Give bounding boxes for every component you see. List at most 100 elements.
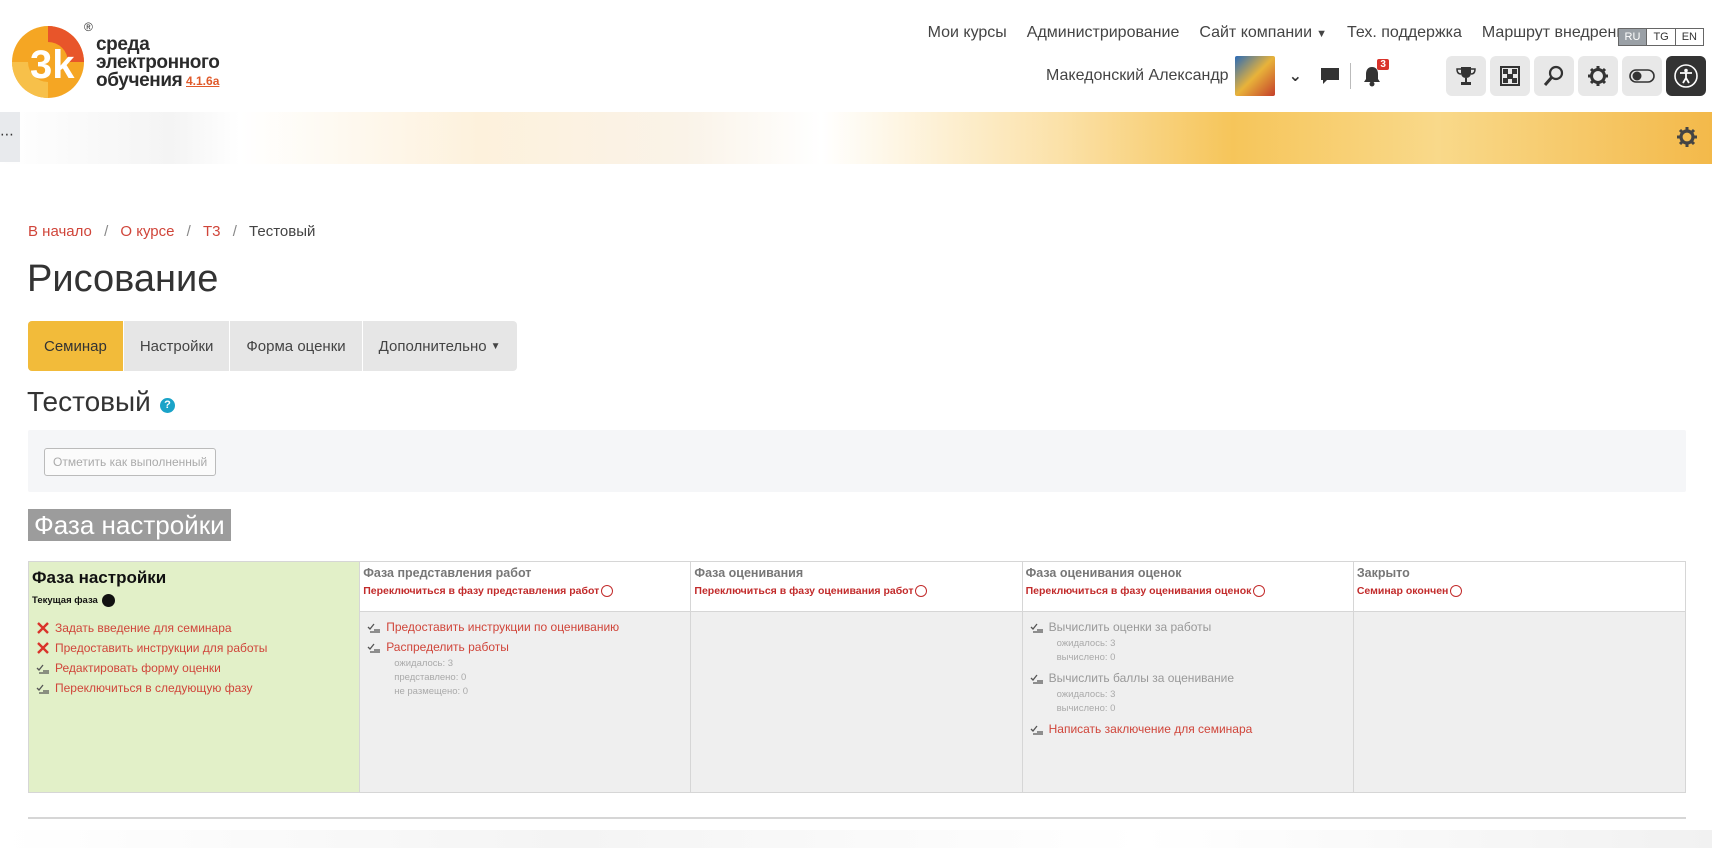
task-item[interactable]: Переключиться в следующую фазу bbox=[35, 681, 353, 695]
language-switcher: RU TG EN bbox=[1617, 28, 1704, 46]
detail-calculated: вычислено: 0 bbox=[1056, 703, 1116, 714]
secondary-navigation: Семинар Настройки Форма оценки Дополните… bbox=[28, 321, 517, 371]
current-phase-heading: Фаза настройки bbox=[28, 509, 231, 541]
breadcrumb-current: Тестовый bbox=[249, 223, 316, 240]
breadcrumb: В начало / О курсе / Т3 / Тестовый bbox=[28, 223, 315, 240]
site-logo[interactable]: 3k ® среда электронного обучения 4.1.6a bbox=[10, 18, 220, 108]
task-item[interactable]: Написать заключение для семинара bbox=[1029, 722, 1347, 736]
chessboard-icon bbox=[1500, 66, 1520, 86]
registered-mark: ® bbox=[84, 20, 93, 34]
detail-expected: ожидалось: 3 bbox=[1056, 638, 1116, 649]
tab-seminar[interactable]: Семинар bbox=[28, 321, 124, 371]
accessibility-button[interactable] bbox=[1666, 56, 1706, 96]
mark-done-button[interactable]: Отметить как выполненный bbox=[44, 448, 217, 476]
nav-company-site[interactable]: Сайт компании ▼ bbox=[1199, 24, 1327, 42]
board-button[interactable] bbox=[1490, 56, 1530, 96]
header: 3k ® среда электронного обучения 4.1.6a … bbox=[0, 0, 1712, 112]
tab-more[interactable]: Дополнительно ▼ bbox=[363, 321, 517, 371]
footer-background bbox=[0, 830, 1712, 848]
task-pending-icon bbox=[1030, 623, 1043, 633]
version-link[interactable]: 4.1.6a bbox=[186, 74, 219, 88]
gear-icon bbox=[1588, 66, 1608, 86]
detail-expected: ожидалось: 3 bbox=[1056, 689, 1116, 700]
activity-title: Тестовый bbox=[27, 386, 151, 417]
switch-phase-link[interactable]: Переключиться в фазу представления работ bbox=[363, 585, 687, 597]
user-name[interactable]: Македонский Александр bbox=[1046, 67, 1229, 85]
switch-phase-icon bbox=[1253, 585, 1266, 597]
detail-calculated: вычислено: 0 bbox=[1056, 652, 1116, 663]
phase-header: Фаза оценивания Переключиться в фазу оце… bbox=[691, 562, 1022, 612]
task-item[interactable]: Редактировать форму оценки bbox=[35, 661, 353, 675]
switch-phase-label: Переключиться в фазу представления работ bbox=[363, 585, 600, 597]
current-phase-label: Текущая фаза bbox=[32, 594, 356, 607]
detail-submitted: представлено: 0 bbox=[394, 672, 467, 683]
task-item[interactable]: Распределить работы bbox=[366, 640, 684, 654]
drawer-toggle[interactable]: ⋯ bbox=[0, 112, 20, 162]
workshop-phases-grid: Фаза настройки Текущая фаза Задать введе… bbox=[28, 561, 1686, 793]
message-icon[interactable] bbox=[1320, 67, 1340, 85]
switch-phase-icon bbox=[601, 585, 614, 597]
switch-phase-icon bbox=[1450, 585, 1463, 597]
lang-tg[interactable]: TG bbox=[1647, 29, 1676, 45]
task-details: ожидалось: 3 вычислено: 0 bbox=[1057, 688, 1347, 716]
switch-phase-icon bbox=[915, 585, 928, 597]
chevron-down-icon[interactable]: ⌄ bbox=[1289, 66, 1302, 86]
task-pending-icon bbox=[367, 643, 381, 653]
task-item[interactable]: Задать введение для семинара bbox=[35, 621, 353, 635]
search-button[interactable] bbox=[1534, 56, 1574, 96]
task-label[interactable]: Написать заключение для семинара bbox=[1049, 722, 1253, 736]
phase-assessment: Фаза оценивания Переключиться в фазу оце… bbox=[691, 562, 1023, 792]
task-list: Вычислить оценки за работы ожидалось: 3 … bbox=[1023, 612, 1353, 736]
detail-expected: ожидалось: 3 bbox=[394, 658, 454, 669]
switch-phase-label: Переключиться в фазу оценивания оценок bbox=[1025, 585, 1252, 597]
nav-my-courses[interactable]: Мои курсы bbox=[928, 24, 1007, 42]
search-icon bbox=[1543, 65, 1564, 86]
nav-support[interactable]: Тех. поддержка bbox=[1347, 24, 1462, 42]
task-label[interactable]: Редактировать форму оценки bbox=[55, 661, 221, 675]
achievements-button[interactable] bbox=[1446, 56, 1486, 96]
nav-route[interactable]: Маршрут внедрения bbox=[1482, 24, 1634, 42]
lang-ru[interactable]: RU bbox=[1618, 29, 1648, 45]
nav-administration[interactable]: Администрирование bbox=[1027, 24, 1180, 42]
task-label[interactable]: Предоставить инструкции по оцениванию bbox=[386, 620, 619, 634]
switch-phase-label: Переключиться в фазу оценивания работ bbox=[694, 585, 914, 597]
phase-closed: Закрыто Семинар окончен bbox=[1353, 562, 1686, 792]
breadcrumb-course[interactable]: О курсе bbox=[120, 223, 174, 240]
phase-title: Закрыто bbox=[1356, 566, 1410, 580]
task-pending-icon bbox=[367, 623, 381, 633]
tab-settings[interactable]: Настройки bbox=[124, 321, 231, 371]
switch-phase-link[interactable]: Переключиться в фазу оценивания оценок bbox=[1026, 585, 1350, 597]
switch-phase-link[interactable]: Переключиться в фазу оценивания работ bbox=[694, 585, 1018, 597]
chevron-down-icon: ▼ bbox=[490, 340, 501, 352]
svg-text:3k: 3k bbox=[30, 43, 75, 87]
task-label[interactable]: Переключиться в следующую фазу bbox=[55, 681, 253, 695]
breadcrumb-t3[interactable]: Т3 bbox=[203, 223, 221, 240]
quick-actions bbox=[1446, 56, 1706, 96]
cross-icon bbox=[37, 622, 49, 634]
phase-header: Фаза настройки Текущая фаза bbox=[29, 562, 360, 611]
task-label[interactable]: Предоставить инструкции для работы bbox=[55, 641, 267, 655]
task-label[interactable]: Распределить работы bbox=[386, 640, 509, 654]
avatar[interactable] bbox=[1234, 56, 1275, 96]
help-icon[interactable]: ? bbox=[160, 398, 175, 413]
cross-icon bbox=[37, 642, 49, 654]
lang-en[interactable]: EN bbox=[1676, 29, 1703, 45]
settings-button[interactable] bbox=[1578, 56, 1618, 96]
breadcrumb-separator: / bbox=[104, 223, 109, 240]
task-item[interactable]: Предоставить инструкции по оцениванию bbox=[366, 620, 684, 634]
phase-header: Фаза представления работ Переключиться в… bbox=[360, 562, 691, 612]
accessibility-icon bbox=[1674, 64, 1698, 88]
breadcrumb-separator: / bbox=[186, 223, 191, 240]
tab-assessment-form[interactable]: Форма оценки bbox=[230, 321, 363, 371]
logo-3k-icon: 3k bbox=[12, 26, 84, 98]
task-item[interactable]: Предоставить инструкции для работы bbox=[35, 641, 353, 655]
gear-icon[interactable] bbox=[1676, 126, 1698, 148]
task-label[interactable]: Задать введение для семинара bbox=[55, 621, 232, 635]
task-pending-icon bbox=[36, 664, 49, 674]
theme-toggle-button[interactable] bbox=[1622, 56, 1662, 96]
breadcrumb-home[interactable]: В начало bbox=[28, 223, 92, 240]
notifications-button[interactable]: 3 bbox=[1361, 59, 1389, 87]
chevron-down-icon: ▼ bbox=[1316, 28, 1327, 40]
nav-company-site-label: Сайт компании bbox=[1199, 24, 1313, 41]
switch-phase-link[interactable]: Семинар окончен bbox=[1357, 585, 1682, 597]
